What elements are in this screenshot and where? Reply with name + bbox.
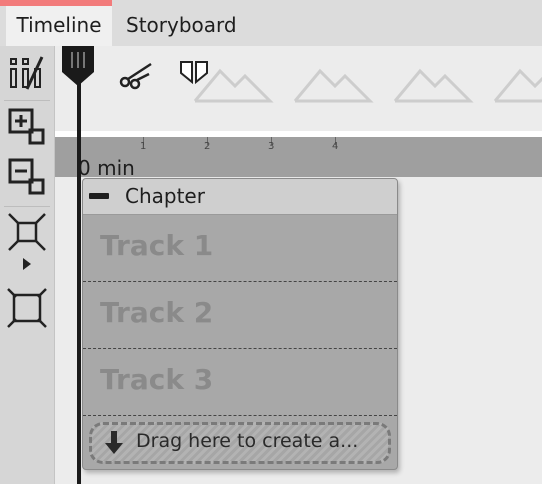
playhead-line[interactable] xyxy=(77,60,81,484)
ruler-tick-label: 1 xyxy=(140,141,147,152)
split-columns-icon[interactable] xyxy=(6,52,48,94)
playhead-icon[interactable] xyxy=(60,46,96,92)
track-row[interactable]: Track 3 xyxy=(83,349,397,416)
track-label: Track 3 xyxy=(100,363,214,396)
ruler-tick-label: 4 xyxy=(332,141,339,152)
left-toolbar xyxy=(0,46,55,484)
tab-bar: Timeline Storyboard xyxy=(0,0,542,46)
timeline-toolbar xyxy=(55,46,542,131)
dropdown-arrow-icon[interactable] xyxy=(6,256,48,272)
ruler-tick-label: 3 xyxy=(268,141,275,152)
remove-chapter-icon[interactable] xyxy=(6,156,48,198)
chapter-title: Chapter xyxy=(125,184,205,208)
tab-timeline[interactable]: Timeline xyxy=(0,0,112,46)
ruler-tick-label: 2 xyxy=(204,141,211,152)
shrink-icon[interactable] xyxy=(6,212,48,254)
track-label: Track 2 xyxy=(100,296,214,329)
drop-zone[interactable]: Drag here to create a... xyxy=(89,422,391,464)
track-label: Track 1 xyxy=(100,229,214,262)
tab-storyboard[interactable]: Storyboard xyxy=(126,6,237,46)
add-chapter-icon[interactable] xyxy=(6,106,48,148)
chapter-block[interactable]: Chapter Track 1 Track 2 Track 3 Drag her… xyxy=(82,178,398,470)
scissors-icon[interactable] xyxy=(119,60,155,94)
expand-icon[interactable] xyxy=(6,288,48,330)
toolbar-divider xyxy=(4,206,50,207)
track-row[interactable]: Track 2 xyxy=(83,282,397,349)
track-row[interactable]: Track 1 xyxy=(83,215,397,282)
drop-zone-label: Drag here to create a... xyxy=(136,430,359,452)
toolbar-divider xyxy=(4,100,50,101)
collapse-icon[interactable] xyxy=(89,193,109,199)
arrow-down-icon xyxy=(105,431,123,454)
marker-icon[interactable] xyxy=(179,60,209,88)
mountain-watermark-icon xyxy=(193,68,542,103)
chapter-header[interactable]: Chapter xyxy=(83,179,397,215)
